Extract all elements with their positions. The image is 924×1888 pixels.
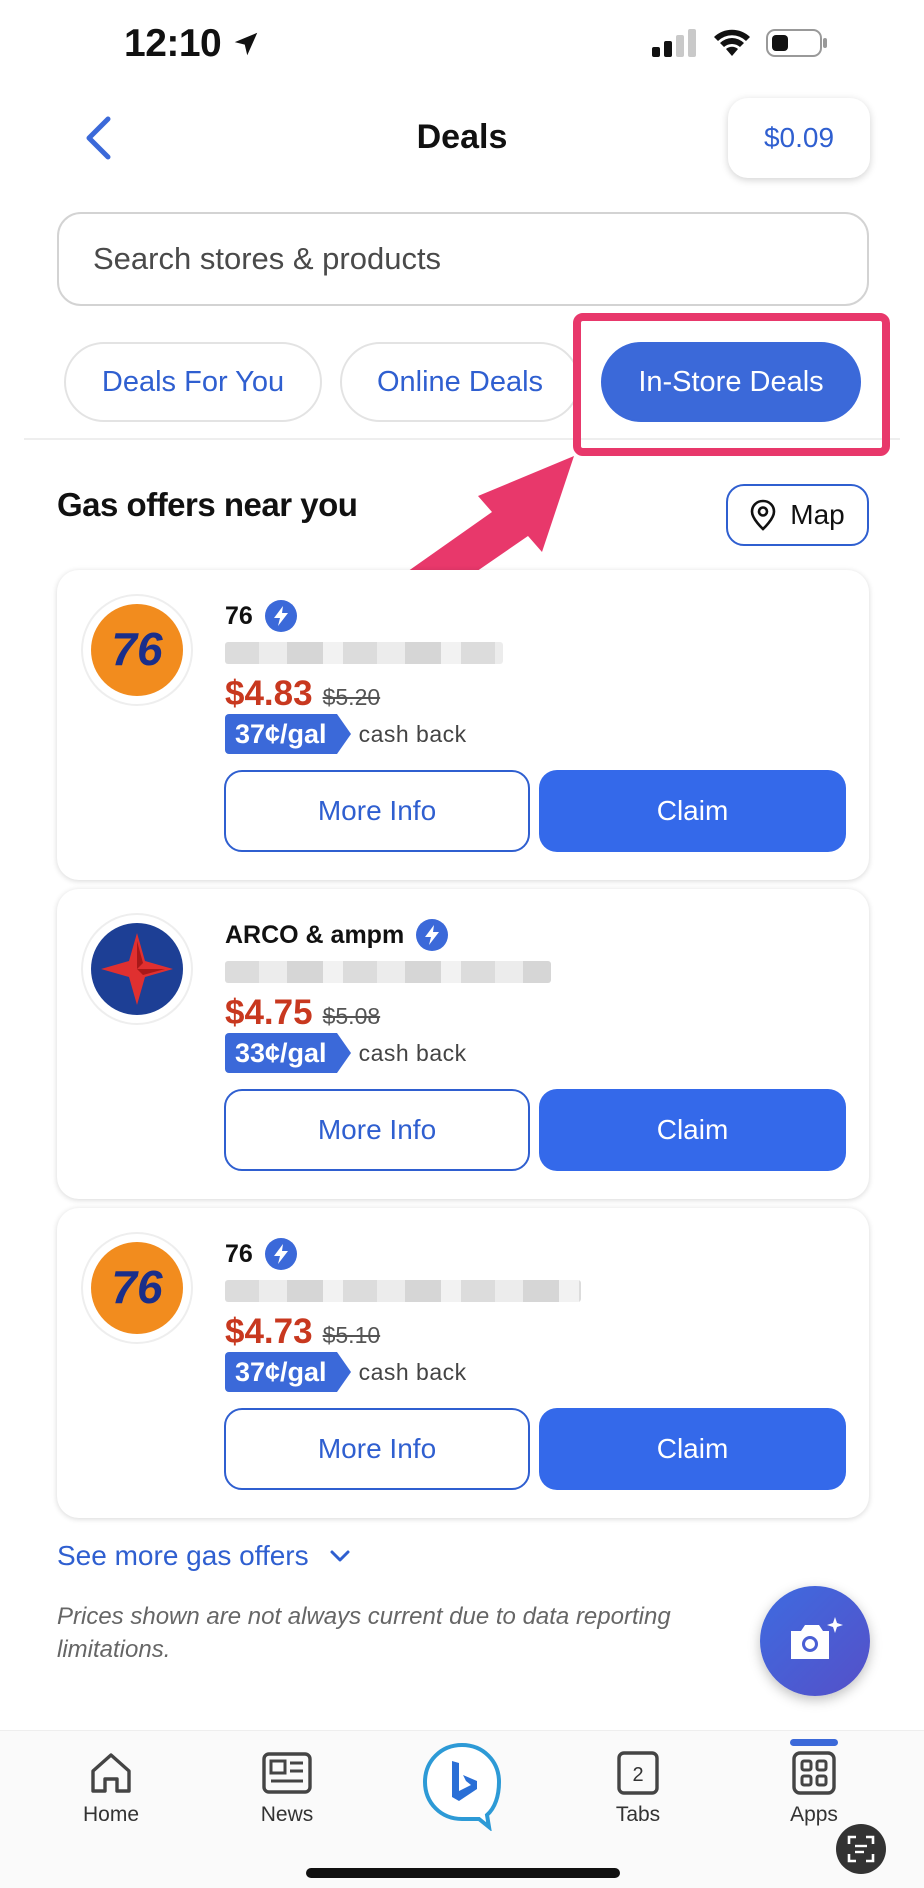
76-logo-icon: 76 bbox=[91, 604, 183, 696]
price-row: $4.73 $5.10 bbox=[225, 1312, 380, 1352]
highlight-annotation-box bbox=[573, 313, 890, 456]
brand-row: 76 bbox=[225, 1238, 297, 1270]
tabs-icon: 2 bbox=[617, 1751, 659, 1795]
see-more-gas-offers-link[interactable]: See more gas offers bbox=[57, 1540, 351, 1572]
nav-bing-chat[interactable] bbox=[402, 1741, 522, 1831]
svg-text:76: 76 bbox=[111, 1261, 163, 1313]
blurred-address bbox=[225, 642, 503, 664]
brand-logo-76: 76 bbox=[83, 1234, 191, 1342]
nav-tabs[interactable]: 2 Tabs bbox=[578, 1749, 698, 1827]
nav-label: News bbox=[260, 1803, 314, 1826]
nav-news[interactable]: News bbox=[227, 1749, 347, 1827]
cashback-badge: 37¢/gal bbox=[225, 714, 351, 754]
blurred-address bbox=[225, 1280, 581, 1302]
nav-label: Home bbox=[82, 1803, 140, 1826]
status-time-text: 12:10 bbox=[124, 22, 222, 65]
cashback-suffix: cash back bbox=[358, 1358, 467, 1385]
current-price: $4.73 bbox=[225, 1312, 313, 1351]
cashback-row: 37¢/gal cash back bbox=[225, 1352, 467, 1392]
price-row: $4.83 $5.20 bbox=[225, 674, 380, 714]
brand-logo-arco bbox=[83, 915, 191, 1023]
tab-label: Deals For You bbox=[101, 365, 285, 398]
chevron-down-icon bbox=[330, 1550, 350, 1562]
nav-label: Tabs bbox=[615, 1803, 661, 1826]
tab-deals-for-you[interactable]: Deals For You bbox=[64, 342, 322, 422]
lightning-badge-icon bbox=[416, 919, 449, 951]
status-icons bbox=[652, 28, 828, 58]
camera-sparkle-icon bbox=[791, 1617, 843, 1659]
lightning-badge-icon bbox=[264, 1238, 297, 1270]
price-row: $4.75 $5.08 bbox=[225, 993, 380, 1033]
bottom-navigation: Home News 2 Tabs Apps bbox=[0, 1730, 924, 1888]
more-info-button[interactable]: More Info bbox=[224, 1089, 530, 1171]
gas-offer-card: 76 76 $4.83 $5.20 37¢/gal cash back More… bbox=[57, 570, 869, 880]
section-title: Gas offers near you bbox=[57, 486, 358, 523]
home-icon bbox=[91, 1753, 131, 1793]
wifi-icon bbox=[714, 29, 750, 56]
status-time: 12:10 bbox=[124, 22, 261, 66]
price-disclaimer: Prices shown are not always current due … bbox=[57, 1603, 671, 1663]
map-label: Map bbox=[790, 499, 845, 530]
current-price: $4.83 bbox=[225, 674, 313, 713]
search-input[interactable] bbox=[93, 241, 867, 277]
apps-icon bbox=[792, 1751, 836, 1795]
blurred-address bbox=[225, 961, 551, 983]
nav-home[interactable]: Home bbox=[51, 1749, 171, 1827]
scan-text-icon bbox=[847, 1835, 875, 1863]
nav-apps[interactable]: Apps bbox=[754, 1749, 874, 1827]
location-pin-icon bbox=[750, 499, 776, 531]
claim-button[interactable]: Claim bbox=[539, 1408, 846, 1490]
cashback-row: 33¢/gal cash back bbox=[225, 1033, 467, 1073]
old-price: $5.08 bbox=[322, 1003, 381, 1029]
76-logo-icon: 76 bbox=[91, 1242, 183, 1334]
scan-text-button[interactable] bbox=[836, 1824, 886, 1874]
brand-name: ARCO & ampm bbox=[225, 920, 405, 949]
claim-button[interactable]: Claim bbox=[539, 1089, 846, 1171]
battery-icon bbox=[766, 29, 827, 57]
claim-button[interactable]: Claim bbox=[539, 770, 846, 852]
bing-chat-icon bbox=[422, 1742, 502, 1831]
active-nav-indicator bbox=[790, 1739, 838, 1746]
more-info-button[interactable]: More Info bbox=[224, 770, 530, 852]
tab-label: Online Deals bbox=[376, 365, 544, 398]
search-box[interactable] bbox=[57, 212, 869, 306]
brand-name: 76 bbox=[225, 601, 253, 630]
cashback-badge: 37¢/gal bbox=[225, 1352, 351, 1392]
svg-text:76: 76 bbox=[111, 623, 163, 675]
cashback-suffix: cash back bbox=[358, 1039, 467, 1066]
annotation-arrow-icon bbox=[404, 456, 574, 588]
cellular-signal-icon bbox=[652, 29, 696, 57]
visual-search-button[interactable] bbox=[760, 1586, 870, 1696]
tab-online-deals[interactable]: Online Deals bbox=[340, 342, 580, 422]
brand-row: ARCO & ampm bbox=[225, 919, 449, 951]
more-info-button[interactable]: More Info bbox=[224, 1408, 530, 1490]
old-price: $5.20 bbox=[322, 684, 381, 710]
home-indicator[interactable] bbox=[306, 1868, 620, 1878]
lightning-badge-icon bbox=[264, 600, 297, 632]
brand-row: 76 bbox=[225, 600, 297, 632]
brand-name: 76 bbox=[225, 1239, 253, 1268]
nav-label: Apps bbox=[790, 1803, 838, 1826]
map-button[interactable]: Map bbox=[726, 484, 869, 546]
tabs-count: 2 bbox=[632, 1764, 643, 1786]
brand-logo-76: 76 bbox=[83, 596, 191, 704]
gas-offer-card: ARCO & ampm $4.75 $5.08 33¢/gal cash bac… bbox=[57, 889, 869, 1199]
cashback-row: 37¢/gal cash back bbox=[225, 714, 467, 754]
current-price: $4.75 bbox=[225, 993, 313, 1032]
location-arrow-icon bbox=[235, 32, 258, 56]
see-more-label: See more gas offers bbox=[57, 1540, 309, 1571]
balance-button[interactable]: $0.09 bbox=[728, 98, 870, 178]
cashback-badge: 33¢/gal bbox=[225, 1033, 351, 1073]
gas-offer-card: 76 76 $4.73 $5.10 37¢/gal cash back More… bbox=[57, 1208, 869, 1518]
old-price: $5.10 bbox=[322, 1322, 381, 1348]
cashback-suffix: cash back bbox=[358, 720, 467, 747]
arco-logo-icon bbox=[91, 923, 183, 1015]
news-icon bbox=[262, 1752, 312, 1794]
